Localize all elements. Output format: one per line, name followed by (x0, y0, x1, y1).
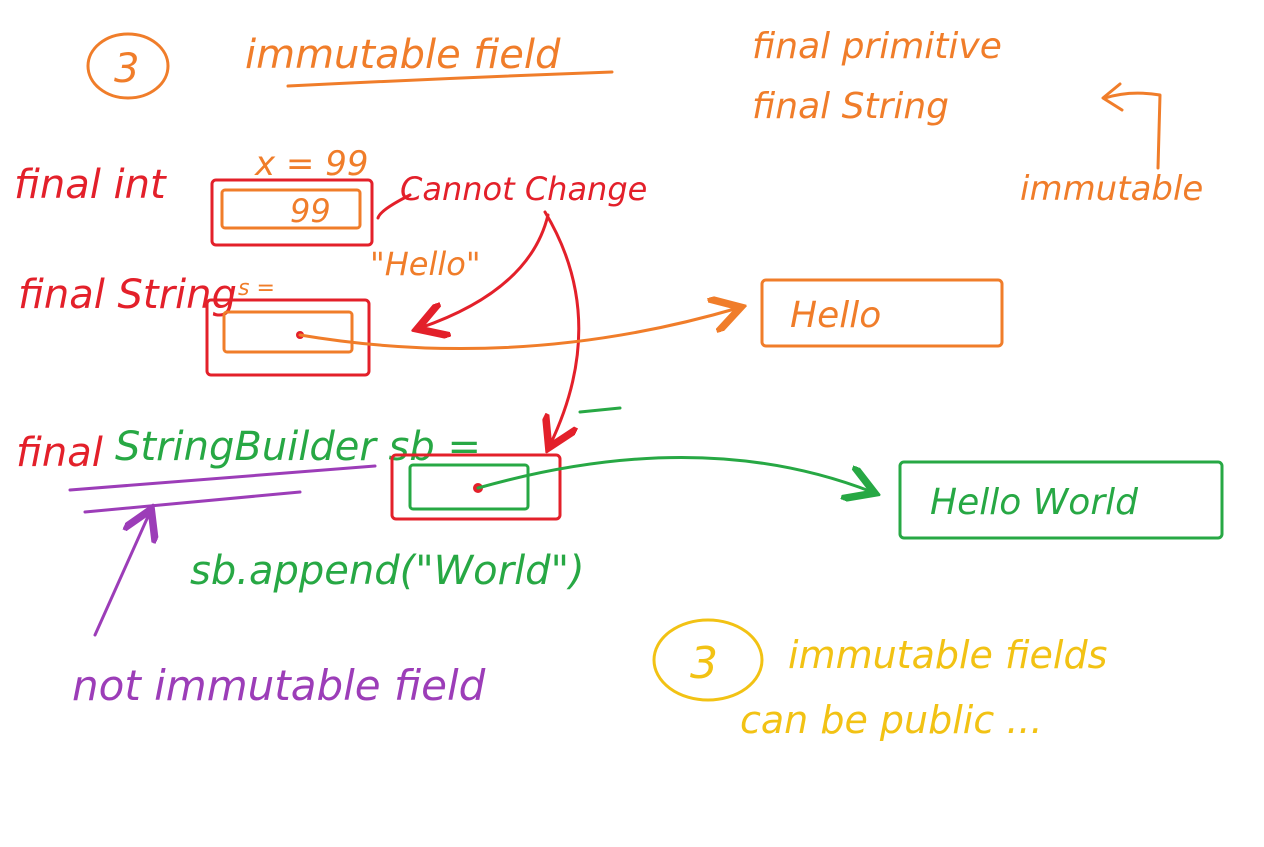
note-line-1: final primitive (752, 26, 1002, 67)
sb-variable-box-inner (408, 463, 530, 511)
sb-append-call: sb.append("World") (190, 548, 585, 594)
section-number: 3 (114, 46, 139, 92)
int-box-value: 99 (290, 192, 331, 230)
sb-declaration-final: final (16, 430, 103, 476)
hello-literal: "Hello" (370, 245, 481, 283)
not-immutable-note: not immutable field (72, 661, 486, 710)
note-immutable: immutable (1020, 169, 1203, 209)
whiteboard-canvas: 3 immutable field final primitive final … (14, 26, 1224, 742)
note-line-2: final String (752, 86, 949, 127)
sb-underline-second (83, 490, 302, 514)
hello-object-value: Hello (790, 295, 881, 336)
sb-assignment-dash (578, 406, 622, 414)
string-variable-box-inner (222, 310, 354, 354)
not-immutable-arrow (93, 512, 150, 637)
public-number: 3 (690, 638, 718, 689)
sb-declaration-type: StringBuilder sb = (115, 424, 481, 470)
hello-world-object-value: Hello World (930, 482, 1139, 523)
cannot-change-arrow-to-sb (545, 210, 581, 445)
sb-reference-arrow (476, 455, 872, 492)
cannot-change-label: Cannot Change (400, 170, 647, 208)
string-declaration: final String (18, 272, 237, 318)
string-reference-arrow (298, 308, 738, 351)
public-line-2: can be public ... (740, 698, 1043, 742)
public-line-1: immutable fields (788, 633, 1107, 677)
string-assignment: s = (238, 276, 275, 301)
int-assignment: x = 99 (254, 144, 369, 184)
int-declaration: final int (14, 162, 167, 208)
section-title: immutable field (245, 32, 561, 78)
